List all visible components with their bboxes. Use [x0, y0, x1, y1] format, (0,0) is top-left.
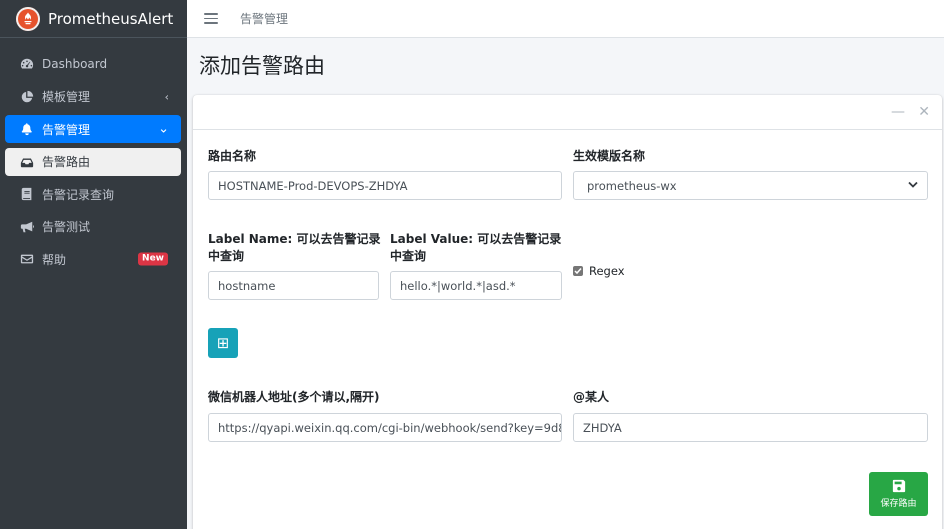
sidebar-item-alert-management[interactable]: 告警管理 ⌄	[5, 115, 181, 143]
sidebar-item-help[interactable]: 帮助 New	[5, 245, 181, 273]
sidebar-item-label: 帮助	[42, 252, 67, 267]
save-route-label: 保存路由	[880, 499, 917, 509]
close-icon[interactable]: ✕	[918, 105, 930, 119]
sidebar-item-templates[interactable]: 模板管理 ‹	[5, 83, 181, 111]
label-value-input[interactable]: hello.*|world.*|asd.*	[390, 271, 562, 300]
hamburger-menu-icon[interactable]	[204, 12, 218, 26]
template-select-value: prometheus-wx	[587, 178, 677, 193]
label-name-input[interactable]: hostname	[208, 271, 379, 300]
regex-checkbox[interactable]: Regex	[573, 264, 625, 278]
sidebar-item-dashboard[interactable]: Dashboard	[5, 50, 181, 78]
inbox-icon	[19, 154, 35, 170]
collapse-icon[interactable]: —	[891, 105, 905, 119]
sidebar-item-alert-routes[interactable]: 告警路由	[5, 147, 181, 176]
dashboard-icon	[19, 56, 35, 72]
add-label-button[interactable]: ⊞	[208, 328, 238, 358]
pie-chart-icon	[19, 89, 35, 105]
brand[interactable]: PrometheusAlert	[0, 0, 187, 38]
save-route-button[interactable]: 保存路由	[869, 472, 928, 516]
template-label: 生效模版名称	[573, 149, 646, 163]
chevron-down-icon	[907, 178, 919, 193]
route-name-input[interactable]: HOSTNAME-Prod-DEVOPS-ZHDYA	[208, 171, 562, 200]
prometheus-logo-icon	[16, 6, 40, 31]
webhook-label: 微信机器人地址(多个请以,隔开)	[208, 390, 380, 404]
webhook-input[interactable]: https://qyapi.weixin.qq.com/cgi-bin/webh…	[208, 413, 562, 442]
route-form-card: — ✕	[193, 95, 942, 529]
template-select[interactable]: prometheus-wx	[573, 171, 928, 200]
sidebar-item-label: 告警管理	[42, 122, 91, 137]
sidebar-item-label: 告警测试	[42, 220, 91, 234]
card-header: — ✕	[193, 95, 942, 130]
sidebar-item-label: Dashboard	[42, 57, 108, 71]
breadcrumb[interactable]: 告警管理	[240, 10, 288, 27]
sidebar: PrometheusAlert Dashboard 模板管理 ‹ 告警管理 ⌄	[0, 0, 187, 529]
envelope-icon	[19, 251, 35, 267]
chevron-down-icon: ⌄	[158, 121, 169, 137]
page-title: 添加告警路由	[199, 54, 325, 78]
at-user-input[interactable]: ZHDYA	[573, 413, 928, 442]
chevron-left-icon: ‹	[164, 90, 169, 103]
sidebar-item-alert-test[interactable]: 告警测试	[5, 213, 181, 241]
sidebar-nav: Dashboard 模板管理 ‹ 告警管理 ⌄ 告警路由 告警记录查询 告警测试…	[0, 38, 187, 273]
regex-label: Regex	[589, 264, 625, 278]
save-icon	[892, 479, 905, 493]
top-navbar: 告警管理	[187, 0, 944, 38]
sidebar-item-alert-records[interactable]: 告警记录查询	[5, 180, 181, 208]
checkbox-checked-icon	[573, 266, 583, 276]
new-badge: New	[138, 252, 168, 266]
route-name-label: 路由名称	[208, 149, 257, 163]
at-user-label: @某人	[573, 390, 610, 404]
label-value-label: Label Value: 可以去告警记录中查询	[390, 232, 562, 263]
sidebar-item-label: 告警记录查询	[42, 187, 115, 202]
label-name-label: Label Name: 可以去告警记录中查询	[208, 232, 381, 263]
bullhorn-icon	[19, 219, 35, 235]
sidebar-item-label: 模板管理	[42, 90, 91, 104]
plus-square-icon: ⊞	[216, 334, 230, 352]
book-icon	[19, 186, 35, 202]
bell-icon	[19, 121, 35, 137]
sidebar-item-label: 告警路由	[42, 155, 91, 169]
brand-name: PrometheusAlert	[48, 9, 174, 28]
